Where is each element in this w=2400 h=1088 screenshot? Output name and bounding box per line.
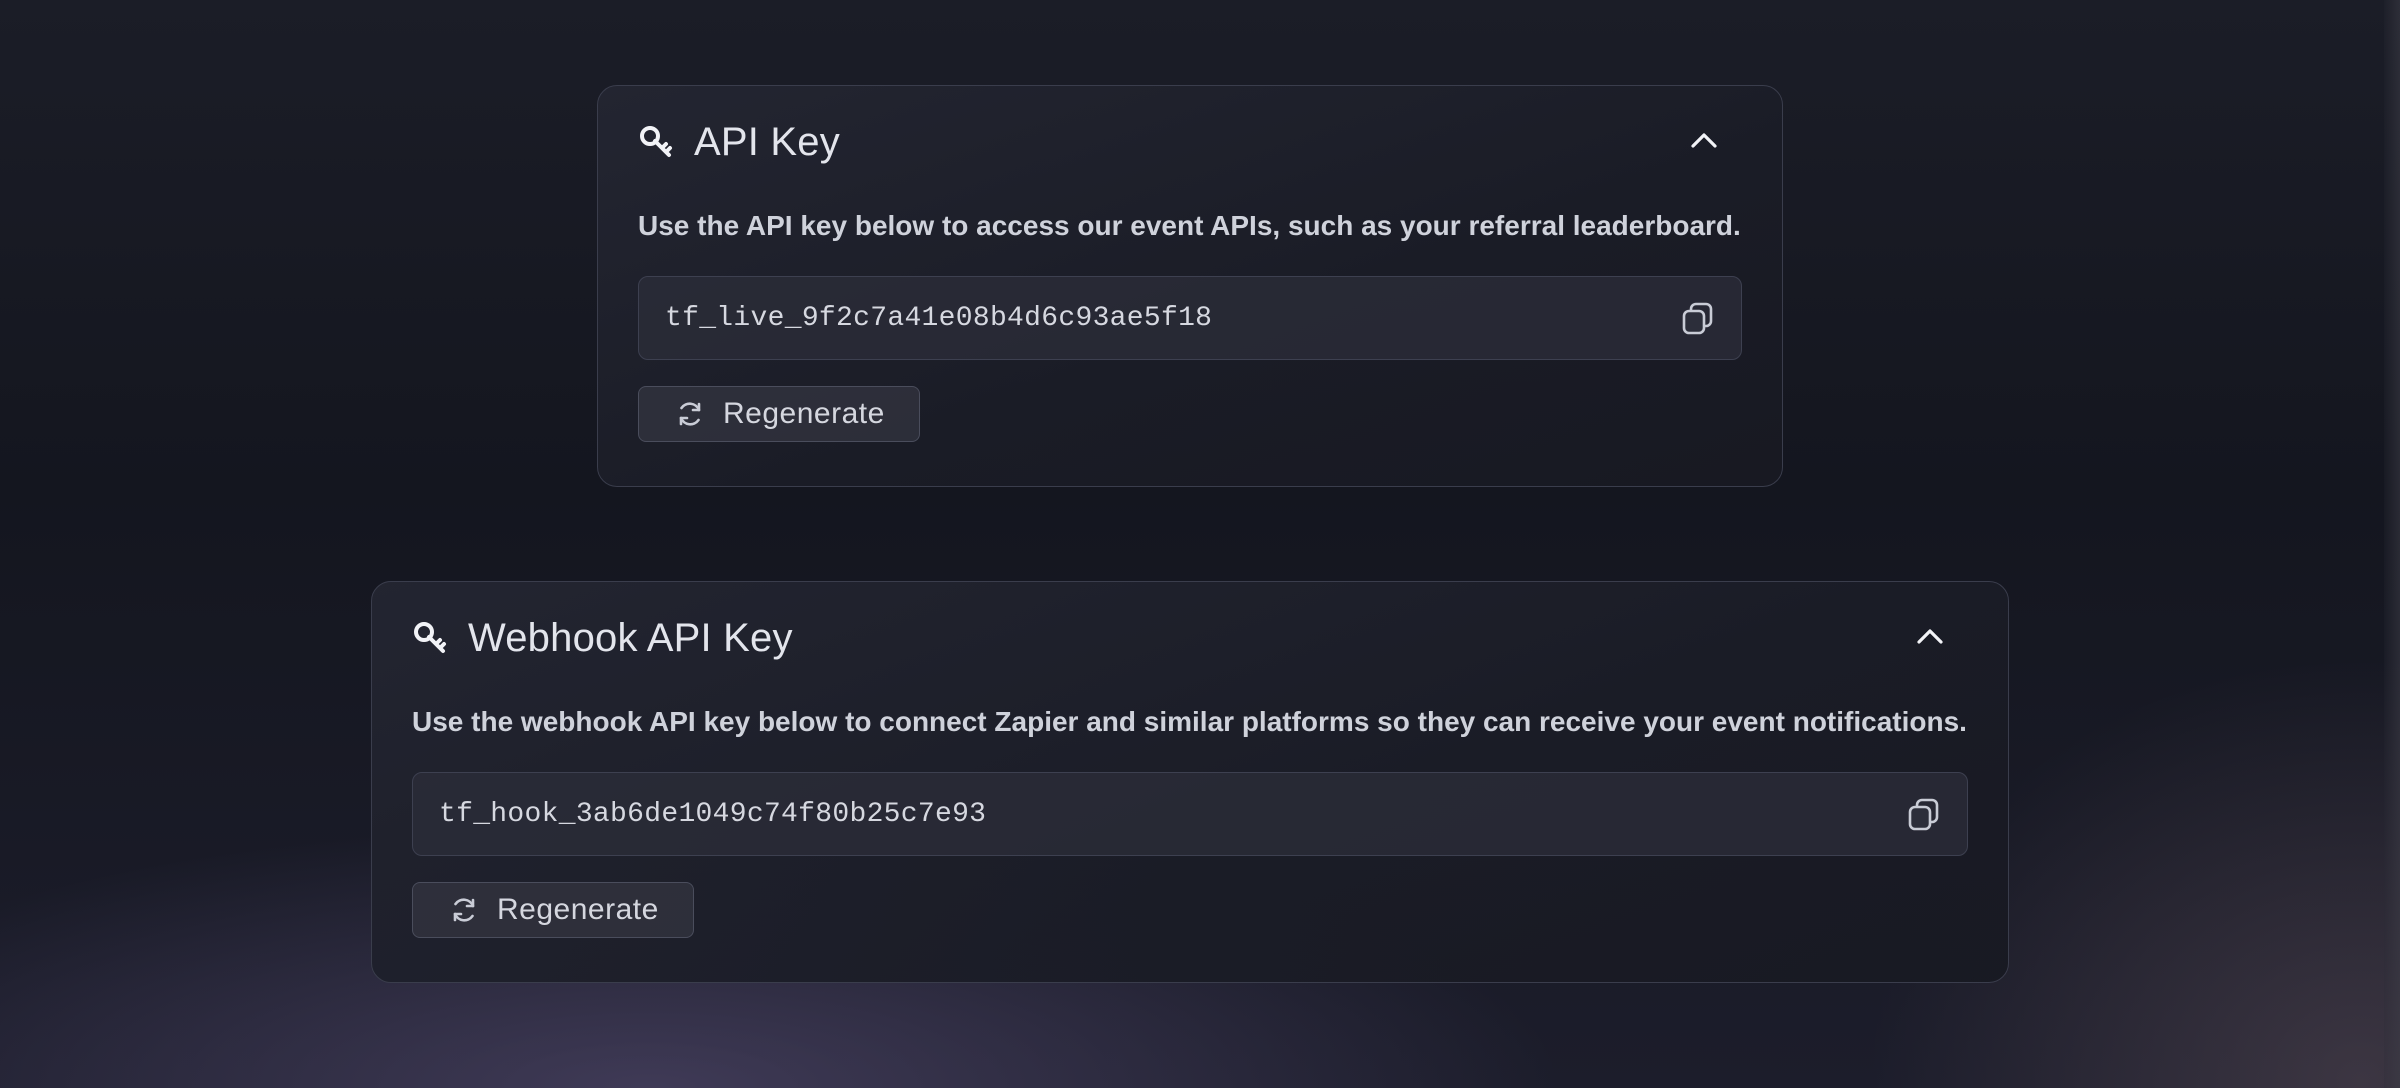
api-key-field[interactable]: tf_live_9f2c7a41e08b4d6c93ae5f18	[638, 276, 1742, 360]
webhook-key-field[interactable]: tf_hook_3ab6de1049c74f80b25c7e93	[412, 772, 1968, 856]
collapse-api-key-button[interactable]	[1684, 122, 1724, 162]
regenerate-label: Regenerate	[723, 397, 885, 430]
regenerate-webhook-key-button[interactable]: Regenerate	[412, 882, 694, 938]
webhook-description: Use the webhook API key below to connect…	[412, 706, 1967, 737]
webhook-api-key-card: Webhook API Key Use the webhook API key …	[371, 581, 2009, 983]
scrollbar-track[interactable]	[2384, 0, 2400, 1088]
api-key-card: API Key Use the API key below to access …	[597, 85, 1783, 487]
copy-api-key-button[interactable]	[1679, 301, 1717, 339]
chevron-up-icon	[1690, 131, 1718, 154]
api-key-description: Use the API key below to access our even…	[638, 210, 1741, 241]
webhook-card-title: Webhook API Key	[468, 615, 793, 660]
api-key-card-header[interactable]: API Key	[638, 86, 1742, 198]
refresh-icon	[449, 895, 479, 925]
webhook-card-header[interactable]: Webhook API Key	[412, 582, 1968, 694]
api-key-card-title: API Key	[694, 119, 840, 164]
refresh-icon	[675, 399, 705, 429]
key-icon	[638, 124, 674, 160]
chevron-up-icon	[1916, 627, 1944, 650]
key-icon	[412, 620, 448, 656]
copy-icon	[1680, 300, 1716, 341]
collapse-webhook-key-button[interactable]	[1910, 618, 1950, 658]
page: API Key Use the API key below to access …	[0, 0, 2400, 1088]
webhook-key-value[interactable]: tf_hook_3ab6de1049c74f80b25c7e93	[439, 799, 986, 830]
copy-icon	[1906, 796, 1942, 837]
regenerate-label: Regenerate	[497, 893, 659, 926]
api-key-value[interactable]: tf_live_9f2c7a41e08b4d6c93ae5f18	[665, 303, 1212, 334]
copy-webhook-key-button[interactable]	[1905, 797, 1943, 835]
regenerate-api-key-button[interactable]: Regenerate	[638, 386, 920, 442]
